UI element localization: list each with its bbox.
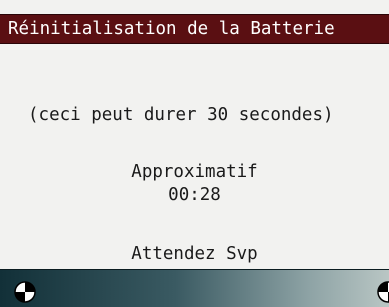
approx-label: Approximatif: [131, 162, 258, 182]
duration-note: (ceci peut durer 30 secondes): [28, 105, 334, 125]
footer-bar: [0, 269, 389, 307]
top-margin: [0, 0, 389, 14]
wait-message: Attendez Svp: [131, 244, 258, 264]
countdown-timer: 00:28: [168, 185, 221, 205]
scroll-left-dial-icon[interactable]: [14, 281, 36, 303]
scan-tool-screen: Réinitialisation de la Batterie (ceci pe…: [0, 0, 389, 307]
title-bar: Réinitialisation de la Batterie: [0, 14, 389, 44]
main-content: (ceci peut durer 30 secondes) Approximat…: [0, 44, 389, 270]
screen-title: Réinitialisation de la Batterie: [8, 19, 335, 39]
scroll-right-dial-icon[interactable]: [377, 281, 389, 303]
